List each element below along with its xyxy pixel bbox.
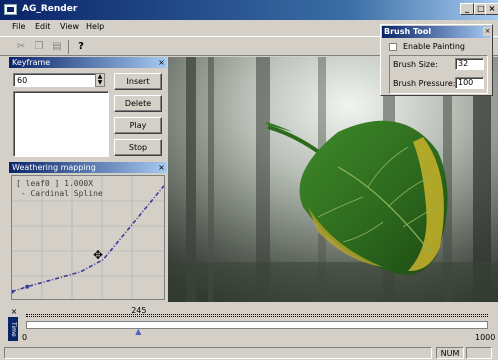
weathering-close-icon[interactable]: × [157, 163, 166, 172]
keyframe-value: 60 [17, 76, 28, 85]
keyframe-close-icon[interactable]: × [157, 58, 166, 67]
timeline-close-icon[interactable]: × [10, 308, 18, 316]
keyframe-spinner[interactable]: ▲ ▼ [95, 73, 105, 87]
help-icon[interactable]: ? [74, 40, 88, 54]
enable-painting-label: Enable Painting [403, 42, 465, 51]
delete-button[interactable]: Delete [114, 95, 162, 112]
copy-icon[interactable]: ❐ [32, 40, 46, 54]
timeline-label: Time [8, 317, 18, 341]
close-button[interactable]: × [485, 3, 498, 15]
timeline-track[interactable] [26, 321, 488, 329]
curve-control-point[interactable] [25, 284, 30, 289]
brush-tool-title: Brush Tool [382, 26, 491, 38]
curve-legend-line2: - Cardinal Spline [16, 189, 103, 198]
status-bar: NUM [0, 345, 498, 360]
timeline-end: 1000 [475, 333, 496, 342]
status-extra [466, 347, 492, 359]
brush-pressure-label: Brush Pressure: [393, 79, 456, 88]
keyframe-input[interactable]: 60 [13, 73, 101, 87]
status-num: NUM [436, 347, 464, 359]
stop-button[interactable]: Stop [114, 139, 162, 156]
enable-painting-checkbox[interactable] [389, 43, 397, 51]
insert-button[interactable]: Insert [114, 73, 162, 90]
toolbar-divider [68, 40, 69, 54]
keyframe-panel: Keyframe × 60 ▲ ▼ Insert Delete Play Stop [9, 57, 167, 160]
brush-pressure-input[interactable]: 100 [455, 77, 484, 89]
menu-help[interactable]: Help [86, 22, 104, 31]
cut-icon[interactable]: ✂ [14, 40, 28, 54]
timeline-start: 0 [22, 333, 28, 342]
timeline-panel: × Time 245 ▲ 0 1000 [0, 305, 498, 345]
keyframe-panel-title: Keyframe [9, 57, 167, 68]
brush-tool-panel: Brush Tool × Enable Painting Brush Size:… [380, 24, 493, 96]
status-main [4, 347, 432, 359]
app-icon [4, 4, 17, 15]
menu-edit[interactable]: Edit [35, 22, 51, 31]
menu-view[interactable]: View [60, 22, 79, 31]
play-button[interactable]: Play [114, 117, 162, 134]
paste-icon[interactable]: ▤ [50, 40, 64, 54]
move-cursor-icon: ✥ [93, 248, 104, 262]
window-title: AG_Render [22, 4, 78, 14]
brush-close-icon[interactable]: × [483, 27, 492, 36]
keyframe-list[interactable] [13, 91, 109, 157]
curve-legend-line1: [ leaf0 ] 1.000X [16, 179, 94, 188]
timeline-ruler [26, 314, 488, 317]
curve-editor[interactable]: [ leaf0 ] 1.000X - Cardinal Spline ✥ [10, 175, 165, 300]
minimize-button[interactable]: _ [460, 3, 474, 15]
weathering-panel: Weathering mapping × [ leaf0 ] 1.000X - … [9, 162, 167, 302]
brush-size-label: Brush Size: [393, 60, 438, 69]
timeline-marker-icon[interactable]: ▲ [135, 328, 143, 336]
menu-file[interactable]: File [12, 22, 25, 31]
title-bar: AG_Render _ □ × [0, 0, 498, 20]
weathering-panel-title: Weathering mapping [9, 162, 167, 173]
brush-size-input[interactable]: 32 [455, 58, 484, 70]
